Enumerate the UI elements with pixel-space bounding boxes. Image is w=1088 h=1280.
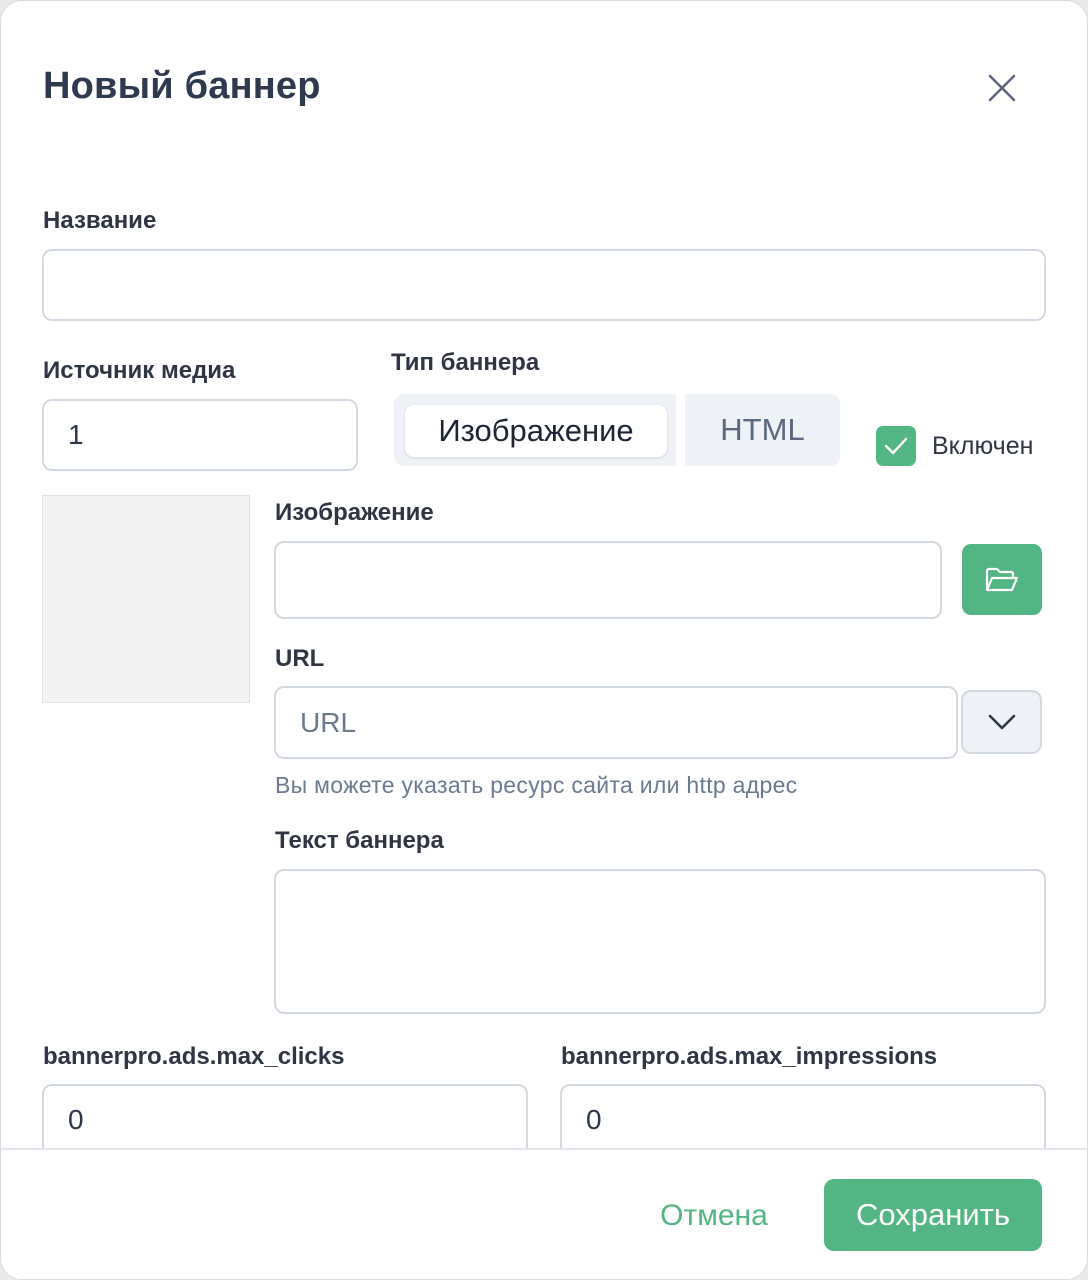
enabled-label[interactable]: Включен: [932, 432, 1033, 461]
banner-type-label: Тип баннера: [391, 349, 540, 376]
media-source-label: Источник медиа: [43, 357, 236, 384]
name-input[interactable]: [42, 249, 1046, 321]
browse-image-button[interactable]: [962, 544, 1042, 615]
max-clicks-input[interactable]: 0: [42, 1084, 528, 1156]
new-banner-dialog: Новый баннер Название Источник медиа 1 Т…: [0, 0, 1088, 1280]
url-label: URL: [275, 645, 325, 672]
media-source-input[interactable]: 1: [42, 399, 358, 471]
image-preview: [42, 495, 250, 703]
folder-open-icon: [985, 567, 1019, 591]
save-button[interactable]: Сохранить: [824, 1179, 1042, 1251]
max-impressions-input[interactable]: 0: [560, 1084, 1046, 1156]
close-icon: [988, 74, 1016, 102]
banner-type-switch: Изображение HTML: [394, 394, 840, 466]
banner-text-textarea[interactable]: [274, 869, 1046, 1014]
checkmark-icon: [884, 437, 908, 455]
name-label: Название: [43, 207, 157, 234]
banner-type-option-html[interactable]: HTML: [685, 394, 840, 466]
max-impressions-label: bannerpro.ads.max_impressions: [561, 1043, 938, 1070]
segment-divider: [676, 394, 685, 466]
url-hint: Вы можете указать ресурс сайта или http …: [275, 772, 798, 798]
max-clicks-label: bannerpro.ads.max_clicks: [43, 1043, 345, 1070]
banner-type-option-image[interactable]: Изображение: [405, 405, 667, 457]
enabled-checkbox[interactable]: [876, 426, 916, 466]
dialog-title: Новый баннер: [43, 65, 321, 107]
url-input[interactable]: URL: [274, 686, 958, 759]
chevron-down-icon: [988, 714, 1015, 730]
url-dropdown-button[interactable]: [961, 690, 1042, 754]
image-label: Изображение: [275, 499, 434, 526]
scrollbar[interactable]: [1079, 1, 1087, 1141]
close-button[interactable]: [981, 67, 1023, 109]
image-path-input[interactable]: [274, 541, 942, 619]
banner-text-label: Текст баннера: [275, 827, 444, 854]
cancel-button[interactable]: Отмена: [641, 1181, 787, 1251]
